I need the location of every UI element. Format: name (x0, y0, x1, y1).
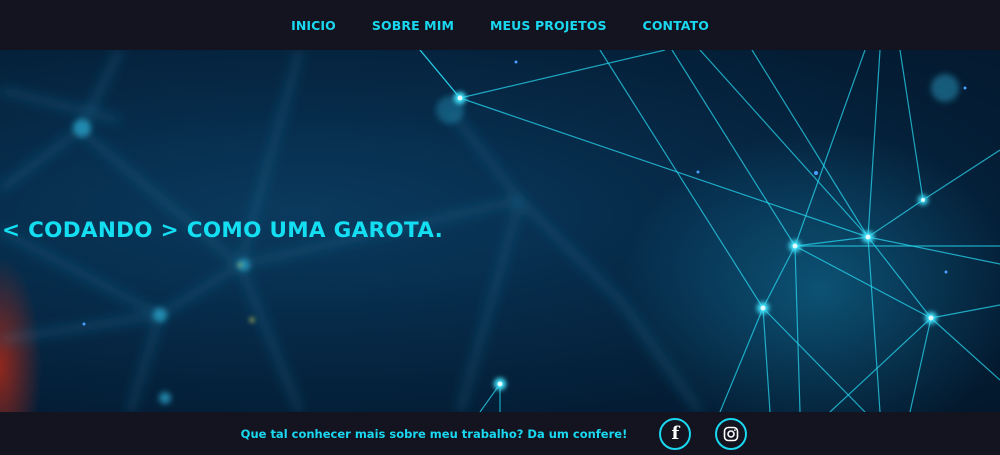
instagram-icon (724, 426, 739, 441)
instagram-button[interactable] (715, 417, 748, 450)
hero-banner: < CODANDO > COMO UMA GAROTA. (0, 50, 1000, 412)
nav-link-meus-projetos[interactable]: MEUS PROJETOS (490, 18, 607, 33)
nav-link-sobre-mim[interactable]: SOBRE MIM (372, 18, 454, 33)
footer-call-to-action: Que tal conhecer mais sobre meu trabalho… (240, 426, 628, 441)
nav-link-contato[interactable]: CONTATO (643, 18, 709, 33)
facebook-icon: f (671, 422, 680, 444)
hero-title: < CODANDO > COMO UMA GAROTA. (2, 218, 444, 243)
facebook-button[interactable]: f (659, 417, 692, 450)
top-navigation: INICIO SOBRE MIM MEUS PROJETOS CONTATO (0, 0, 1000, 50)
footer-bar: Que tal conhecer mais sobre meu trabalho… (0, 412, 1000, 455)
nav-link-inicio[interactable]: INICIO (291, 18, 336, 33)
